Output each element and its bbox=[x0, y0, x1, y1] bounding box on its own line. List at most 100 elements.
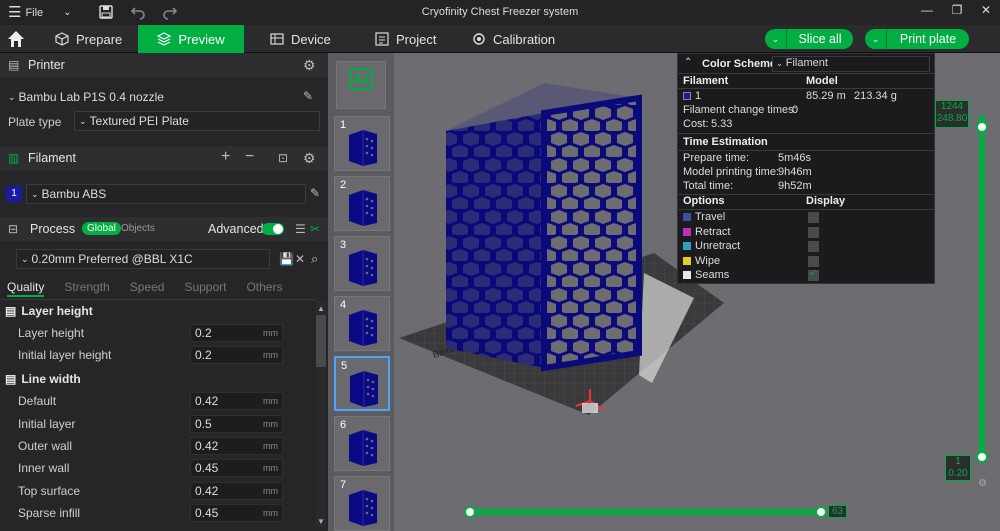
remove-icon[interactable]: − bbox=[245, 148, 254, 166]
top-layer-number: 1244 bbox=[940, 101, 964, 112]
filament-title: Filament bbox=[28, 151, 76, 165]
option-display-checkbox[interactable] bbox=[808, 255, 819, 267]
initial-layer-height-input[interactable]: 0.2 mm bbox=[190, 346, 283, 364]
main-toolbar: Prepare Preview Device Project Calibrati… bbox=[0, 25, 1000, 53]
advanced-switch[interactable] bbox=[262, 223, 284, 235]
printer-select[interactable]: ⌄ Bambu Lab P1S 0.4 nozzle bbox=[4, 87, 300, 107]
add-icon[interactable]: + bbox=[221, 148, 230, 166]
top-surface-width-input[interactable]: 0.42 mm bbox=[190, 482, 283, 500]
plate-type-select[interactable]: ⌄ Textured PEI Plate bbox=[74, 111, 320, 131]
inner-wall-width-input[interactable]: 0.45 mm bbox=[190, 459, 283, 477]
close-icon[interactable]: ✕ bbox=[977, 3, 995, 21]
collapse-icon[interactable]: ⌃ bbox=[684, 57, 692, 68]
outer-wall-width-input[interactable]: 0.42 mm bbox=[190, 437, 283, 455]
setting-label: Sparse infill bbox=[18, 506, 81, 520]
plate-model-preview bbox=[349, 190, 377, 226]
plate-thumbnail[interactable]: 1 bbox=[334, 116, 390, 171]
slice-all-button[interactable]: ⌄ Slice all bbox=[765, 29, 853, 49]
plate-thumbnail[interactable]: 2 bbox=[334, 176, 390, 231]
list-icon[interactable]: ☰ bbox=[295, 222, 306, 236]
option-display-checkbox[interactable]: ✓ bbox=[808, 268, 819, 281]
plate-thumbnail[interactable]: 3 bbox=[334, 236, 390, 291]
undo-icon[interactable] bbox=[130, 4, 146, 20]
plate-thumbnail[interactable]: 5 bbox=[334, 356, 390, 411]
edit-icon[interactable]: ✎ bbox=[303, 89, 313, 103]
tab-project-label: Project bbox=[396, 31, 437, 47]
file-menu-button[interactable]: ☰ File bbox=[8, 5, 43, 20]
sparse-infill-width-input[interactable]: 0.45 mm bbox=[190, 504, 283, 522]
save-icon[interactable] bbox=[98, 4, 114, 20]
line-width-group: ▤ Line width bbox=[5, 372, 81, 386]
layer-height-input[interactable]: 0.2 mm bbox=[190, 324, 283, 342]
tools-icon[interactable]: ✂ bbox=[310, 222, 320, 236]
print-plate-button[interactable]: ⌄ Print plate bbox=[865, 29, 969, 49]
tab-device[interactable]: Device bbox=[270, 25, 340, 53]
setting-label: Inner wall bbox=[18, 461, 70, 475]
slider-left-handle[interactable] bbox=[464, 506, 476, 518]
redo-icon[interactable] bbox=[162, 4, 178, 20]
option-row: Travel bbox=[683, 211, 725, 223]
setting-value: 0.42 bbox=[195, 439, 219, 453]
tab-strength[interactable]: Strength bbox=[64, 280, 109, 297]
check-icon: ✓ bbox=[809, 268, 818, 279]
plate-thumbnail[interactable]: 6 bbox=[334, 416, 390, 471]
tab-calibration[interactable]: Calibration bbox=[472, 25, 562, 53]
initial-layer-width-input[interactable]: 0.5 mm bbox=[190, 415, 283, 433]
process-preset-select[interactable]: ⌄ 0.20mm Preferred @BBL X1C bbox=[16, 249, 270, 269]
filament-swatch bbox=[683, 92, 691, 101]
gear-icon[interactable]: ⚙ bbox=[303, 150, 316, 167]
plate-thumbnail[interactable]: 7 bbox=[334, 476, 390, 531]
objects-toggle[interactable]: Objects bbox=[121, 223, 155, 234]
horizontal-move-slider[interactable] bbox=[464, 509, 828, 515]
setting-value: 0.2 bbox=[195, 326, 212, 340]
default-width-input[interactable]: 0.42 mm bbox=[190, 392, 283, 410]
scrollbar-thumb[interactable] bbox=[316, 315, 326, 367]
color-scheme-select[interactable]: ⌄ Filament bbox=[772, 56, 930, 72]
chevron-down-icon[interactable]: ⌄ bbox=[865, 29, 887, 49]
tab-quality[interactable]: Quality bbox=[7, 280, 45, 297]
restore-icon[interactable]: ❐ bbox=[948, 3, 966, 21]
plate-thumbnail[interactable]: 4 bbox=[334, 296, 390, 351]
plate-model-preview bbox=[349, 430, 377, 466]
search-icon[interactable]: ⌕ bbox=[311, 251, 318, 267]
scroll-down-icon[interactable]: ▼ bbox=[317, 517, 325, 526]
tab-prepare[interactable]: Prepare bbox=[55, 25, 135, 53]
arrange-plate-button[interactable] bbox=[336, 61, 386, 109]
settings-icon[interactable]: ⚙ bbox=[978, 478, 987, 489]
close-icon[interactable]: ✕ bbox=[295, 252, 305, 266]
option-row: Unretract bbox=[683, 240, 740, 252]
tab-preview[interactable]: Preview bbox=[138, 25, 244, 53]
settings-panel: ▤ Printer ⚙ ⌄ Bambu Lab P1S 0.4 nozzle ✎… bbox=[0, 53, 328, 531]
plate-model-preview bbox=[349, 310, 377, 346]
save-icon[interactable]: 💾 bbox=[279, 252, 294, 266]
global-toggle[interactable]: Global bbox=[82, 222, 121, 235]
minimize-icon[interactable]: — bbox=[918, 3, 936, 21]
filament-select[interactable]: ⌄ Bambu ABS bbox=[26, 184, 306, 204]
process-title: Process bbox=[30, 222, 76, 236]
tab-others[interactable]: Others bbox=[246, 280, 282, 297]
chevron-down-icon[interactable]: ⌄ bbox=[63, 7, 71, 18]
option-display-checkbox[interactable] bbox=[808, 226, 819, 238]
slider-bottom-handle[interactable] bbox=[976, 451, 988, 463]
chevron-down-icon: ⌄ bbox=[79, 115, 87, 126]
slider-right-handle[interactable] bbox=[815, 506, 827, 518]
arrange-icon bbox=[349, 68, 373, 90]
printer-section-header: ▤ Printer ⚙ bbox=[0, 53, 328, 77]
model-front-face bbox=[544, 98, 639, 368]
sync-icon[interactable]: ⊡ bbox=[278, 151, 288, 165]
edit-icon[interactable]: ✎ bbox=[310, 186, 320, 200]
option-display-checkbox[interactable] bbox=[808, 241, 819, 252]
slider-top-handle[interactable] bbox=[976, 121, 988, 133]
home-icon[interactable] bbox=[7, 30, 25, 48]
filament-col-header: Filament bbox=[683, 75, 729, 87]
gear-icon[interactable]: ⚙ bbox=[303, 57, 316, 74]
chevron-down-icon[interactable]: ⌄ bbox=[765, 29, 787, 49]
tab-speed[interactable]: Speed bbox=[130, 280, 165, 297]
option-display-checkbox[interactable] bbox=[808, 212, 819, 223]
scroll-up-icon[interactable]: ▲ bbox=[317, 304, 325, 313]
tab-support[interactable]: Support bbox=[184, 280, 226, 297]
filament-slot-badge[interactable]: 1 bbox=[6, 186, 22, 202]
vertical-layer-slider[interactable] bbox=[979, 115, 985, 460]
top-layer-height: 248.80 bbox=[936, 113, 968, 124]
tab-project[interactable]: Project bbox=[375, 25, 445, 53]
